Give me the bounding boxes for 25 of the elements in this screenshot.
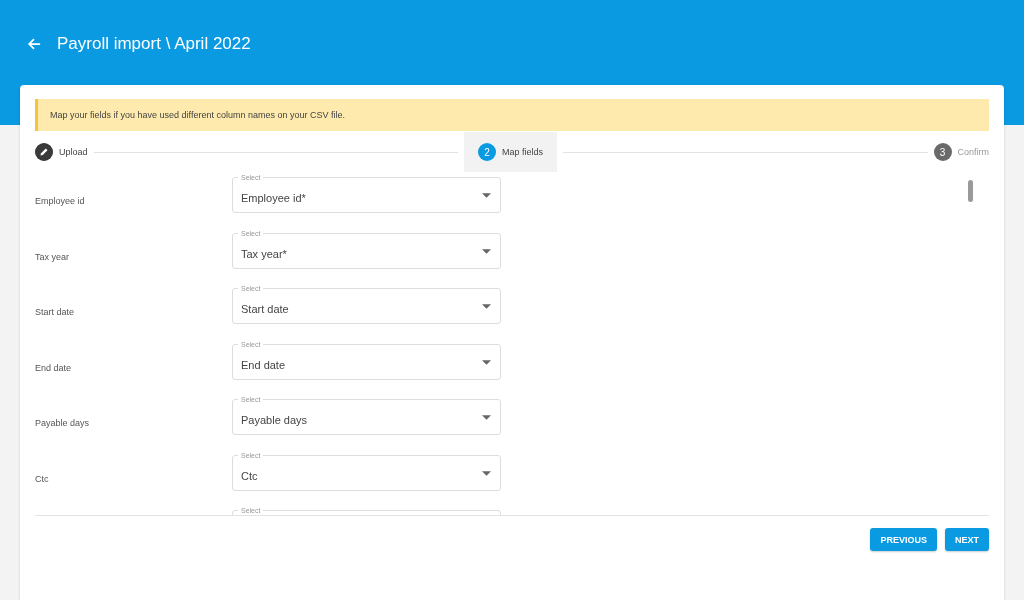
caret-icon	[482, 470, 491, 476]
step-label: Confirm	[957, 147, 989, 157]
field-label: Employee id	[35, 196, 85, 206]
caret-icon	[482, 359, 491, 365]
step-number: 3	[933, 143, 952, 161]
caret-icon	[482, 193, 491, 198]
stepper-step[interactable]: 2 Map fields	[464, 132, 558, 172]
field-label: Ctc	[35, 473, 49, 484]
field-label: End date	[35, 362, 72, 373]
step-label: Upload	[59, 147, 88, 157]
field-label: Start date	[35, 307, 75, 317]
step-label: Map fields	[502, 147, 544, 157]
pencil-icon	[35, 143, 53, 161]
back-arrow-icon[interactable]	[27, 37, 41, 51]
scrollbar-thumb[interactable]	[968, 180, 973, 202]
caret-icon	[482, 415, 491, 420]
stepper-step[interactable]: 3 Confirm	[933, 132, 989, 172]
page-title: Payroll import \ April 2022	[57, 34, 251, 54]
caret-icon	[482, 248, 491, 254]
caret-icon	[482, 304, 491, 309]
stepper-step[interactable]: Upload	[35, 132, 88, 172]
step-number: 2	[478, 143, 496, 161]
info-banner: Map your fields if you have used different column names on your CSV file.	[35, 99, 989, 131]
field-label: Tax year	[35, 251, 69, 262]
field-label: Payable days	[35, 418, 90, 428]
